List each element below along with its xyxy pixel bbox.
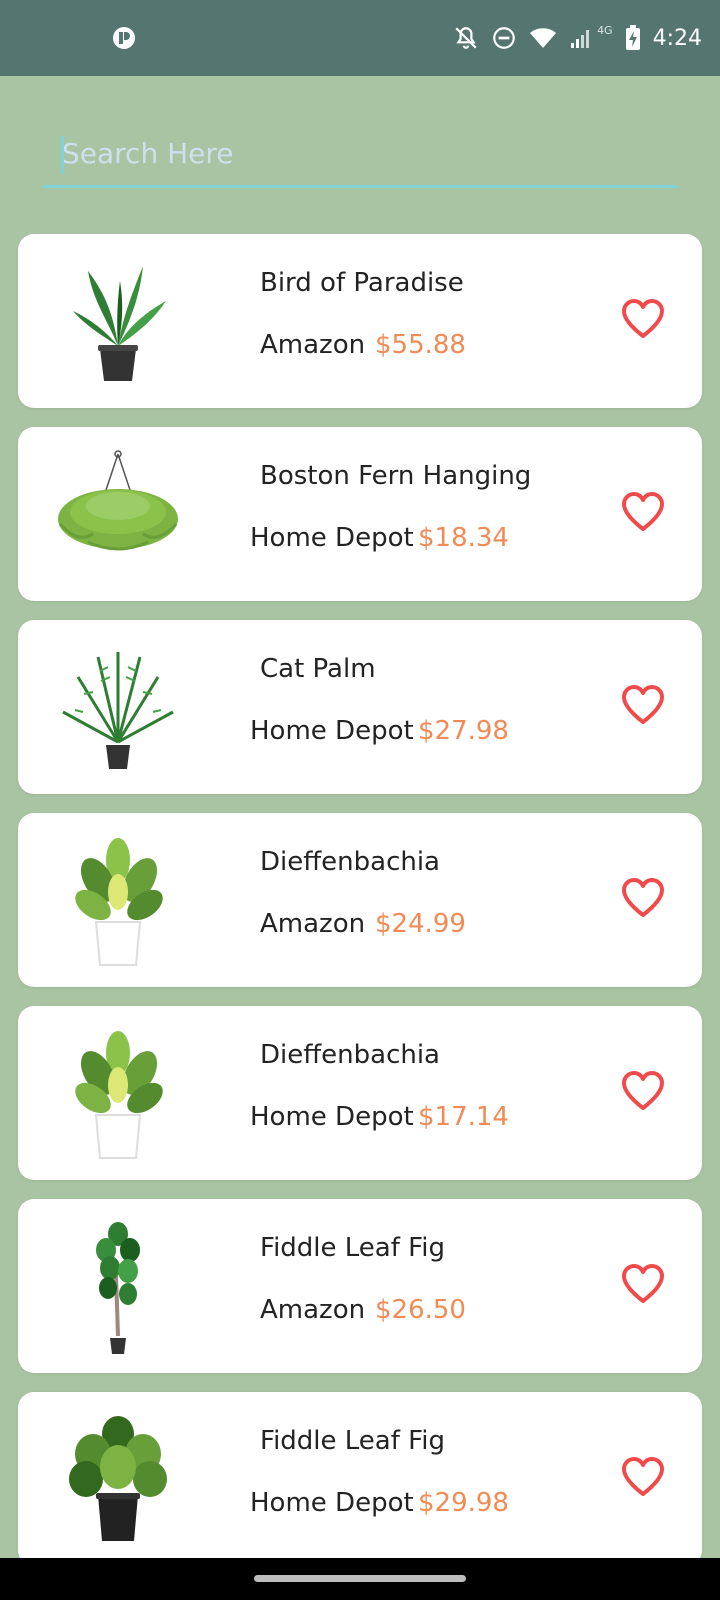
plant-name: Bird of Paradise [260, 268, 464, 298]
network-label: 4G [597, 23, 613, 37]
app-icon [113, 27, 135, 49]
vendor-name: Amazon [260, 1295, 366, 1325]
list-item[interactable]: Boston Fern Hanging Home Depot $18.34 [18, 427, 702, 601]
notifications-off-icon [455, 27, 477, 49]
plant-name: Fiddle Leaf Fig [260, 1233, 445, 1263]
list-item[interactable]: Dieffenbachia Home Depot $17.14 [18, 1006, 702, 1180]
fiddle-leaf-fig-bush-image [69, 1416, 167, 1541]
bird-of-paradise-plant-image [73, 266, 166, 381]
heart-icon[interactable] [620, 684, 666, 726]
navigation-bar [0, 1558, 720, 1600]
status-time: 4:24 [652, 25, 702, 51]
heart-icon[interactable] [620, 1070, 666, 1112]
price: $17.14 [418, 1102, 509, 1132]
search-container [42, 130, 678, 192]
plant-name: Fiddle Leaf Fig [260, 1426, 445, 1456]
cat-palm-plant-image [62, 652, 174, 769]
heart-icon[interactable] [620, 877, 666, 919]
vendor-name: Home Depot [250, 716, 414, 746]
price: $24.99 [375, 909, 466, 939]
dieffenbachia-plant-image [75, 838, 163, 966]
price: $18.34 [418, 523, 509, 553]
product-list: Bird of Paradise Amazon $55.88 Boston Fe… [18, 234, 702, 1585]
list-item[interactable]: Fiddle Leaf Fig Amazon $26.50 [18, 1199, 702, 1373]
status-bar: 4G 4:24 [0, 0, 720, 76]
fiddle-leaf-fig-tree-image [96, 1222, 140, 1354]
signal-icon [571, 30, 590, 48]
vendor-name: Home Depot [250, 1488, 414, 1518]
plant-name: Dieffenbachia [260, 1040, 440, 1070]
plant-name: Cat Palm [260, 654, 376, 684]
vendor-name: Home Depot [250, 523, 414, 553]
heart-icon[interactable] [620, 491, 666, 533]
price: $27.98 [418, 716, 509, 746]
boston-fern-hanging-plant-image [58, 450, 178, 551]
price: $55.88 [375, 330, 466, 360]
list-item[interactable]: Cat Palm Home Depot $27.98 [18, 620, 702, 794]
heart-icon[interactable] [620, 1456, 666, 1498]
status-icons: 4G 4:24 [453, 18, 702, 58]
home-gesture-handle[interactable] [254, 1575, 466, 1582]
heart-icon[interactable] [620, 1263, 666, 1305]
heart-icon[interactable] [620, 298, 666, 340]
dieffenbachia-plant-image [75, 1031, 163, 1159]
price: $29.98 [418, 1488, 509, 1518]
search-input[interactable] [42, 130, 678, 188]
plant-name: Dieffenbachia [260, 847, 440, 877]
list-item[interactable]: Dieffenbachia Amazon $24.99 [18, 813, 702, 987]
list-item[interactable]: Fiddle Leaf Fig Home Depot $29.98 [18, 1392, 702, 1566]
price: $26.50 [375, 1295, 466, 1325]
list-item[interactable]: Bird of Paradise Amazon $55.88 [18, 234, 702, 408]
vendor-name: Amazon [260, 330, 366, 360]
battery-charging-icon [625, 25, 640, 50]
plant-name: Boston Fern Hanging [260, 461, 532, 491]
vendor-name: Home Depot [250, 1102, 414, 1132]
vendor-name: Amazon [260, 909, 366, 939]
text-cursor [61, 136, 64, 174]
wifi-icon [530, 28, 557, 48]
do-not-disturb-icon [493, 27, 515, 49]
